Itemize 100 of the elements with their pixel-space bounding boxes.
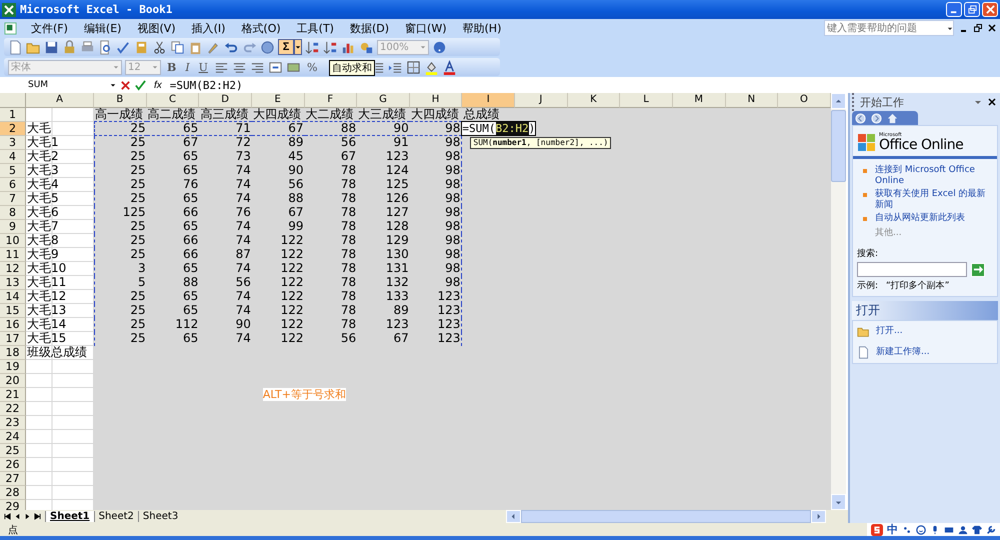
minimize-button[interactable] xyxy=(946,2,962,17)
row-header[interactable]: 19 xyxy=(0,360,26,374)
shirt-icon[interactable] xyxy=(972,524,982,534)
menu-item[interactable]: 插入(I) xyxy=(184,20,234,36)
row-header[interactable]: 23 xyxy=(0,416,26,430)
underline-button[interactable]: U xyxy=(196,60,211,74)
sort-ascending-icon[interactable] xyxy=(305,40,320,54)
lock-icon[interactable] xyxy=(62,40,77,54)
insert-function-button[interactable]: fx xyxy=(150,80,166,90)
sheet-tab[interactable]: Sheet2 xyxy=(94,511,138,522)
row-header[interactable]: 21 xyxy=(0,388,26,402)
menu-item[interactable]: 数据(D) xyxy=(342,20,398,36)
link[interactable]: 打开... xyxy=(876,326,903,337)
preview-icon[interactable] xyxy=(98,40,113,54)
go-button[interactable] xyxy=(971,262,985,276)
sheet-tab[interactable]: Sheet3 xyxy=(138,511,182,522)
row-header[interactable]: 22 xyxy=(0,402,26,416)
home-icon[interactable] xyxy=(887,112,898,124)
menu-item[interactable]: 视图(V) xyxy=(129,20,184,36)
row-header[interactable]: 18 xyxy=(0,346,26,360)
column-header[interactable]: M xyxy=(672,93,726,108)
row-header[interactable]: 9 xyxy=(0,220,26,234)
column-header[interactable]: O xyxy=(778,93,831,108)
link[interactable]: 连接到 Microsoft Office Online xyxy=(875,165,993,187)
sheet-tab[interactable]: Sheet1 xyxy=(45,511,94,522)
autosum-button[interactable]: Σ xyxy=(278,39,294,55)
cell-editor[interactable]: =SUM(B2:H2) xyxy=(461,121,536,136)
link[interactable]: 新建工作簿... xyxy=(876,347,930,358)
spellcheck-icon[interactable] xyxy=(116,40,131,54)
borders-icon[interactable] xyxy=(406,60,422,74)
punctuation-icon[interactable] xyxy=(902,524,912,534)
menu-item[interactable]: 帮助(H) xyxy=(454,20,510,36)
help-search-field[interactable]: 键入需要帮助的问题 xyxy=(824,20,954,36)
menu-item[interactable]: 窗口(W) xyxy=(397,20,454,36)
menu-item[interactable]: 编辑(E) xyxy=(76,20,130,36)
column-header[interactable]: D xyxy=(199,93,252,108)
wrench-icon[interactable] xyxy=(986,524,996,534)
merge-cells-icon[interactable] xyxy=(268,60,283,74)
restore-button[interactable] xyxy=(964,2,980,17)
row-header[interactable]: 3 xyxy=(0,136,26,150)
row-header[interactable]: 25 xyxy=(0,444,26,458)
input-mode-toggle[interactable]: 中 xyxy=(887,522,898,537)
row-header[interactable]: 2 xyxy=(0,122,26,136)
row-header[interactable]: 10 xyxy=(0,234,26,248)
row-header[interactable]: 24 xyxy=(0,430,26,444)
row-header[interactable]: 5 xyxy=(0,164,26,178)
column-header[interactable]: J xyxy=(515,93,568,108)
row-header[interactable]: 16 xyxy=(0,318,26,332)
row-header[interactable]: 28 xyxy=(0,486,26,500)
vertical-scrollbar[interactable] xyxy=(831,93,846,510)
scroll-left-button[interactable] xyxy=(506,510,521,523)
checkmark-icon[interactable] xyxy=(135,80,146,90)
bold-button[interactable]: B xyxy=(164,60,180,74)
link[interactable]: 自动从网站更新此列表 xyxy=(875,213,965,224)
row-header[interactable]: 20 xyxy=(0,374,26,388)
previous-sheet-icon[interactable] xyxy=(14,513,21,520)
globe-icon[interactable] xyxy=(260,40,275,54)
column-header[interactable]: B xyxy=(94,93,147,108)
user-icon[interactable] xyxy=(958,524,968,534)
row-header[interactable]: 26 xyxy=(0,458,26,472)
sort-descending-icon[interactable] xyxy=(323,40,338,54)
next-sheet-icon[interactable] xyxy=(24,513,31,520)
last-sheet-icon[interactable] xyxy=(34,513,41,520)
column-header[interactable]: G xyxy=(357,93,410,108)
row-header[interactable]: 1 xyxy=(0,108,26,122)
close-icon[interactable] xyxy=(988,98,996,106)
column-header[interactable]: N xyxy=(726,93,778,108)
dropdown-icon[interactable] xyxy=(974,98,982,106)
workbook-icon[interactable] xyxy=(4,22,17,34)
column-header[interactable]: I xyxy=(462,93,515,108)
row-header[interactable]: 11 xyxy=(0,248,26,262)
column-header[interactable]: A xyxy=(26,93,94,108)
help-icon[interactable] xyxy=(432,40,447,54)
column-header[interactable]: E xyxy=(252,93,304,108)
input-method-logo-icon[interactable] xyxy=(871,524,883,536)
italic-button[interactable]: I xyxy=(182,60,193,74)
formula-input[interactable]: =SUM(B2:H2) xyxy=(170,78,243,92)
autosum-dropdown[interactable] xyxy=(294,39,302,55)
keyboard-icon[interactable] xyxy=(944,524,954,534)
row-header[interactable]: 4 xyxy=(0,150,26,164)
forward-icon[interactable] xyxy=(871,112,882,124)
copy-icon[interactable] xyxy=(170,40,185,54)
column-header[interactable]: C xyxy=(146,93,200,108)
row-header[interactable]: 29 xyxy=(0,500,26,510)
scissors-icon[interactable] xyxy=(152,40,167,54)
close-button[interactable] xyxy=(982,2,998,17)
cancel-icon[interactable] xyxy=(120,80,131,90)
row-header[interactable]: 8 xyxy=(0,206,26,220)
row-header[interactable]: 12 xyxy=(0,262,26,276)
printer-icon[interactable] xyxy=(80,40,95,54)
fill-color-icon[interactable] xyxy=(424,60,440,74)
search-field[interactable] xyxy=(857,262,967,277)
menu-item[interactable]: 工具(T) xyxy=(288,20,342,36)
font-color-icon[interactable] xyxy=(442,60,458,74)
scroll-down-button[interactable] xyxy=(831,494,846,510)
row-header[interactable]: 14 xyxy=(0,290,26,304)
row-header[interactable]: 17 xyxy=(0,332,26,346)
row-header[interactable]: 13 xyxy=(0,276,26,290)
document-icon[interactable] xyxy=(8,40,23,54)
column-header[interactable]: L xyxy=(620,93,673,108)
